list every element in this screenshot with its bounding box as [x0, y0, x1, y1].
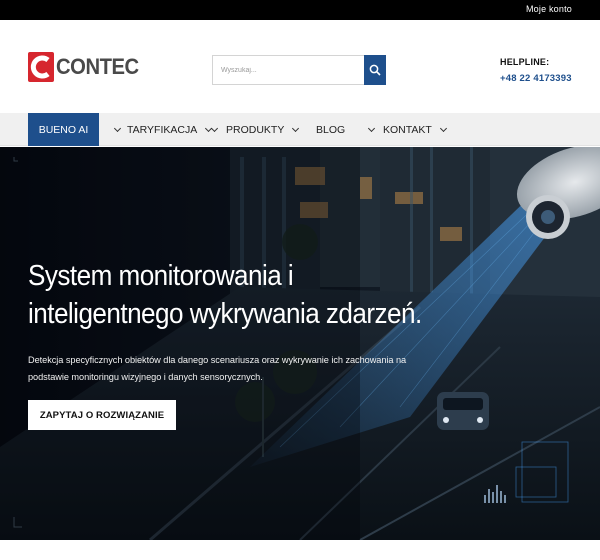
hero-background-image [0, 147, 600, 540]
nav-item-label: BLOG [316, 123, 346, 136]
search-bar [212, 55, 386, 85]
chevron-down-icon [439, 124, 447, 132]
helpline: HELPLINE: +48 22 4173393 [500, 57, 572, 84]
hero-description: Detekcja specyficznych obiektów dla dane… [28, 355, 407, 382]
logo-text: CONTEC [56, 54, 139, 79]
nav-item-label: BUENO AI [38, 123, 89, 136]
search-button[interactable] [364, 55, 386, 85]
helpline-label: HELPLINE: [500, 57, 550, 67]
chevron-down-icon [210, 124, 219, 132]
nav-item-taryfikacja[interactable]: TARYFIKACJA [113, 113, 213, 146]
cta-button[interactable]: ZAPYTAJ O ROZWIĄZANIE [28, 400, 176, 430]
main-nav: BUENO AI TARYFIKACJA PRODUKTY BLOG KONTA… [0, 113, 600, 146]
nav-item-label: PRODUKTY [226, 123, 285, 136]
chevron-down-icon [113, 124, 122, 132]
logo[interactable]: CONTEC [28, 52, 146, 82]
chevron-down-icon [367, 124, 376, 132]
top-bar: Moje konto [0, 0, 600, 20]
hero-banner: System monitorowania i inteligentnego wy… [0, 147, 600, 540]
nav-item-blog[interactable]: BLOG [316, 113, 345, 146]
logo-mark-icon [28, 52, 54, 82]
hero-headline: System monitorowania i inteligentnego wy… [28, 260, 422, 330]
nav-item-label: KONTAKT [383, 123, 432, 136]
chevron-down-icon [292, 124, 300, 132]
nav-item-bueno-ai[interactable]: BUENO AI [28, 113, 99, 146]
my-account-link[interactable]: Moje konto [526, 4, 572, 14]
search-input[interactable] [212, 55, 364, 85]
nav-item-produkty[interactable]: PRODUKTY [210, 113, 300, 146]
header: CONTEC HELPLINE: +48 22 4173393 [0, 20, 600, 113]
page-bottom-strip [0, 540, 600, 560]
helpline-number[interactable]: +48 22 4173393 [500, 73, 572, 84]
search-icon [369, 64, 381, 76]
nav-item-kontakt[interactable]: KONTAKT [367, 113, 447, 146]
nav-item-label: TARYFIKACJA [127, 123, 198, 136]
